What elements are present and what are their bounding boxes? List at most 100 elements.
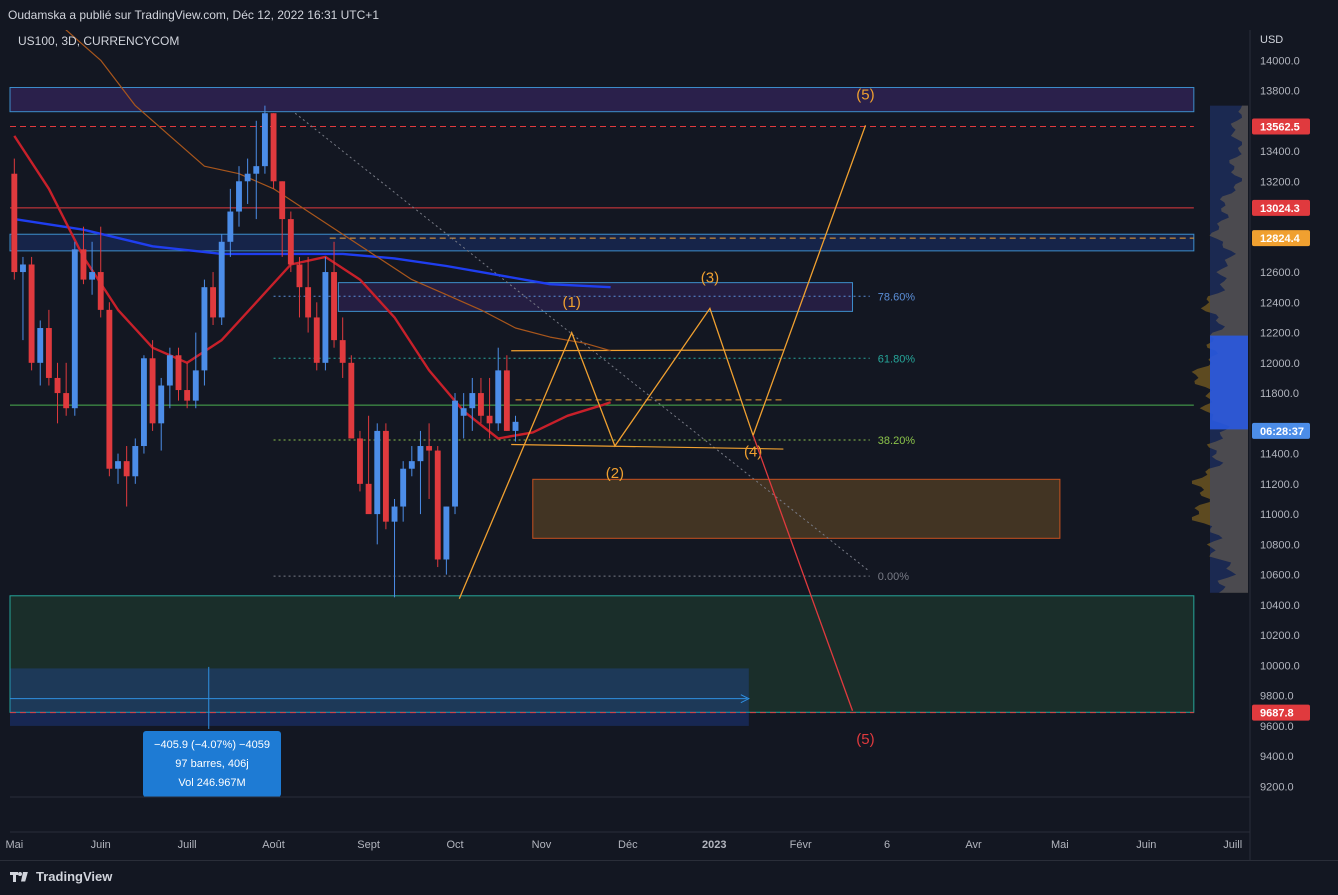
candle-body	[63, 393, 70, 409]
price-tick-label: 14000.0	[1260, 55, 1300, 67]
candle-body	[469, 393, 476, 409]
candle-body	[80, 249, 87, 280]
price-label-text: 13024.3	[1260, 203, 1300, 215]
candle	[357, 430, 363, 492]
candle	[218, 234, 225, 325]
candle-body	[210, 287, 217, 318]
time-tick-label: Avr	[965, 839, 982, 851]
price-tick-label: 9600.0	[1260, 721, 1294, 733]
footer-bar: TradingView	[0, 860, 1338, 895]
zone-box	[10, 668, 749, 726]
candle	[287, 211, 294, 273]
candle-body	[339, 340, 346, 363]
candle-body	[270, 113, 277, 182]
price-tick-label: 12000.0	[1260, 358, 1300, 370]
candle-body	[140, 358, 147, 447]
candle-body	[227, 211, 234, 242]
candle	[322, 256, 329, 371]
zone-box	[532, 478, 1061, 539]
candle-body	[71, 249, 78, 409]
time-tick-label: Août	[262, 839, 285, 851]
candle-body	[175, 355, 182, 391]
price-tick-label: 13200.0	[1260, 176, 1300, 188]
candle-body	[443, 506, 450, 560]
time-tick-label: Févr	[790, 839, 812, 851]
price-tick-label: 9800.0	[1260, 691, 1294, 703]
measure-info-text: Vol 246.967M	[178, 777, 245, 789]
bear-wave-label: (5)	[856, 731, 874, 748]
time-tick-label: Déc	[618, 839, 638, 851]
candle-body	[426, 446, 433, 451]
time-tick-label: Juin	[91, 839, 111, 851]
candle-body	[287, 219, 294, 265]
fib-level-label: 38.20%	[878, 435, 916, 447]
candle-body	[460, 408, 467, 416]
price-chart[interactable]: 78.60%61.80%38.20%0.00% (1)(2)(3)(4)(5)(…	[0, 0, 1338, 894]
candle-body	[357, 438, 363, 484]
candle-body	[54, 377, 61, 394]
candle-body	[305, 287, 312, 318]
price-tick-label: 10400.0	[1260, 600, 1300, 612]
candle	[434, 446, 441, 568]
candle-body	[20, 264, 26, 273]
price-tick-label: 12200.0	[1260, 328, 1300, 340]
price-tick-label: 12400.0	[1260, 297, 1300, 309]
candle-body	[253, 166, 260, 174]
candle-body	[28, 264, 35, 363]
tradingview-logo[interactable]: TradingView	[10, 869, 112, 884]
candle-body	[11, 173, 18, 273]
candle-body	[149, 358, 156, 424]
time-tick-label: Mai	[1051, 839, 1069, 851]
wave-label: (2)	[606, 465, 624, 482]
price-label-text: 12824.4	[1260, 233, 1301, 245]
candle-body	[417, 446, 424, 462]
candle	[270, 113, 277, 189]
candle	[382, 423, 389, 530]
candle-body	[512, 421, 519, 431]
candle	[348, 355, 355, 439]
price-tick-label: 11400.0	[1260, 449, 1299, 461]
price-tick-label: 13800.0	[1260, 86, 1300, 98]
wave-label: (1)	[563, 294, 581, 311]
wedge-line	[511, 349, 784, 352]
candle-body	[201, 287, 208, 371]
candle-body	[132, 446, 139, 477]
time-tick-label: Juin	[1136, 839, 1156, 851]
candle-body	[400, 468, 407, 507]
price-tick-label: 10200.0	[1260, 630, 1300, 642]
candle-body	[374, 430, 381, 515]
zone-box	[9, 233, 1195, 252]
candle-body	[478, 393, 484, 416]
time-tick-label: Nov	[532, 839, 552, 851]
fib-level-label: 61.80%	[878, 353, 916, 365]
time-tick-label: 2023	[702, 839, 726, 851]
candle-body	[313, 317, 320, 363]
zone-box	[9, 86, 1195, 113]
price-tick-label: 10000.0	[1260, 660, 1300, 672]
candle	[201, 279, 208, 386]
wave-label: (3)	[701, 270, 719, 287]
candle-body	[452, 400, 458, 507]
candle-body	[166, 355, 173, 386]
candle-body	[322, 272, 329, 363]
publisher-text: Oudamska a publié sur TradingView.com, D…	[8, 8, 379, 22]
candle-body	[408, 461, 415, 469]
candle-body	[279, 181, 286, 220]
candle-body	[115, 461, 121, 469]
fib-level-label: 78.60%	[878, 291, 916, 303]
wave-label: (5)	[856, 87, 874, 104]
candle	[140, 355, 147, 454]
candle	[261, 105, 268, 174]
currency-label: USD	[1260, 34, 1284, 46]
candle-body	[503, 370, 510, 431]
symbol-label[interactable]: US100, 3D, CURRENCYCOM	[18, 34, 179, 48]
candle-body	[391, 506, 398, 522]
candle-body	[192, 370, 199, 401]
time-tick-label: Juill	[1223, 839, 1242, 851]
candle-body	[184, 390, 191, 401]
candle	[28, 256, 35, 371]
candle-body	[296, 264, 303, 288]
candle	[11, 158, 18, 280]
price-label-text: 9687.8	[1260, 708, 1294, 720]
price-tick-label: 13400.0	[1260, 146, 1300, 158]
